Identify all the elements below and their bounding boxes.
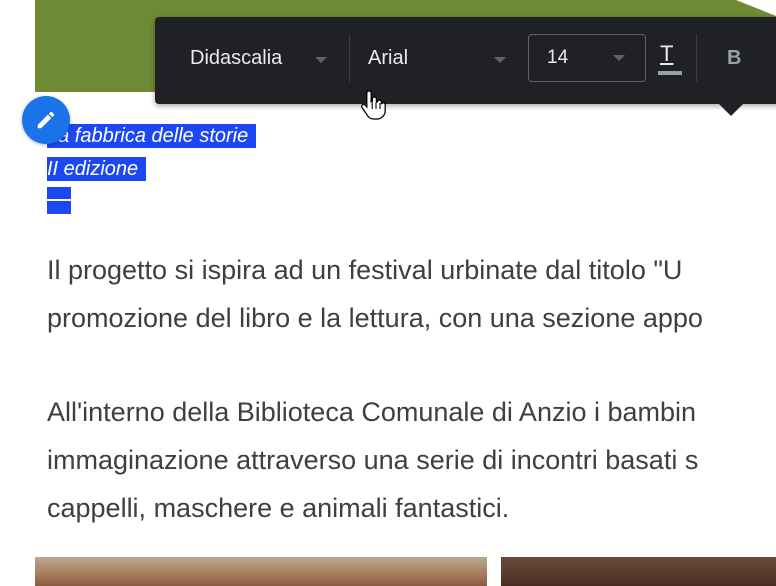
edit-button[interactable] [22, 96, 70, 144]
style-dropdown[interactable]: Didascalia [190, 46, 282, 70]
text-color-button[interactable]: T [658, 42, 682, 76]
format-toolbar: Didascalia Arial [155, 17, 776, 104]
paragraph-2-line-3: cappelli, maschere e animali fantastici. [47, 493, 510, 523]
font-dropdown[interactable]: Arial [368, 46, 408, 70]
font-dropdown-chevron-icon [494, 57, 506, 63]
font-size-value: 14 [547, 47, 569, 68]
photo-right[interactable] [501, 557, 776, 586]
caption-line-2[interactable]: II edizione [47, 157, 147, 181]
font-size-chevron-icon [613, 55, 625, 61]
page: Didascalia Arial 14 T B La fabbrica dell… [0, 0, 776, 586]
toolbar-divider-2 [696, 34, 697, 82]
bold-button[interactable]: B [727, 46, 741, 70]
paragraph-1-line-2: promozione del libro e la lettura, con u… [47, 303, 703, 333]
caption-empty-line[interactable] [47, 187, 71, 214]
text-color-swatch [658, 71, 682, 75]
pencil-icon [37, 111, 55, 129]
caption-line-1[interactable]: La fabbrica delle storie [47, 124, 257, 148]
photo-left[interactable] [35, 557, 487, 586]
font-size-field[interactable]: 14 [528, 34, 646, 82]
hand-pointer-icon [361, 90, 386, 120]
toolbar-divider [349, 34, 350, 82]
paragraph-2-line-2: immaginazione attraverso una serie di in… [47, 445, 699, 475]
style-dropdown-label: Didascalia [190, 47, 283, 69]
paragraph-1-line-1: Il progetto si ispira ad un festival urb… [47, 255, 683, 285]
style-dropdown-chevron-icon [315, 57, 327, 63]
toolbar-pointer-arrow [717, 102, 745, 116]
paragraph-2-line-1: All'interno della Biblioteca Comunale di… [47, 397, 697, 427]
banner-corner [736, 0, 776, 16]
text-color-icon: T [660, 41, 674, 66]
font-dropdown-label: Arial [368, 47, 409, 69]
